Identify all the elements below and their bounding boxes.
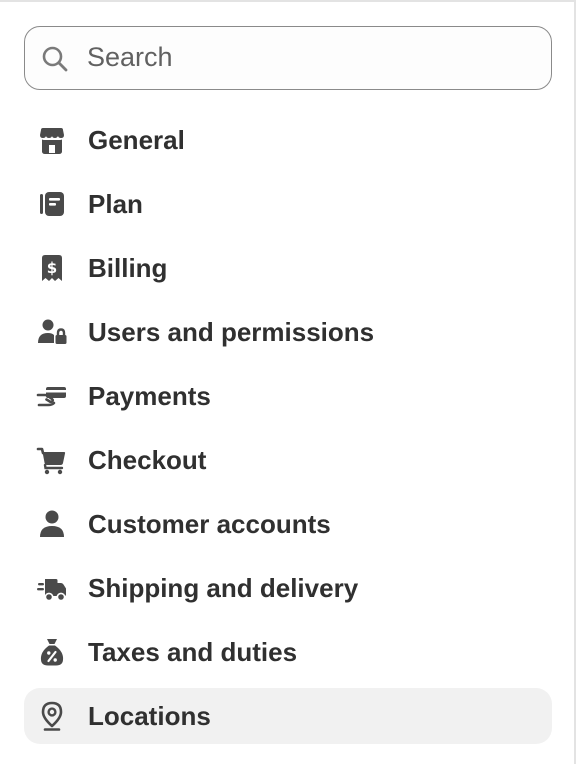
sidebar-item-label: Customer accounts <box>88 509 331 539</box>
settings-sidebar: General Plan $ Billing <box>0 0 576 764</box>
sidebar-item-taxes-and-duties[interactable]: Taxes and duties <box>24 624 552 680</box>
sidebar-item-customer-accounts[interactable]: Customer accounts <box>24 496 552 552</box>
hand-card-icon <box>36 380 68 412</box>
sidebar-item-label: Users and permissions <box>88 317 375 347</box>
receipt-dollar-icon: $ <box>36 252 68 284</box>
sidebar-item-shipping-and-delivery[interactable]: Shipping and delivery <box>24 560 552 616</box>
sidebar-item-label: Payments <box>88 381 211 411</box>
search-icon <box>39 43 71 75</box>
sidebar-item-label: Shipping and delivery <box>88 573 359 603</box>
cart-icon <box>36 444 68 476</box>
sidebar-item-plan[interactable]: Plan <box>24 176 552 232</box>
search-box[interactable] <box>24 26 552 90</box>
sidebar-item-label: Checkout <box>88 445 207 475</box>
sidebar-item-label: Locations <box>88 701 211 731</box>
sidebar-item-payments[interactable]: Payments <box>24 368 552 424</box>
sidebar-item-general[interactable]: General <box>24 112 552 168</box>
person-icon <box>36 508 68 540</box>
tax-bag-icon <box>36 636 68 668</box>
search-input[interactable] <box>87 27 537 87</box>
store-icon <box>36 124 68 156</box>
truck-icon <box>36 572 68 604</box>
sidebar-item-locations[interactable]: Locations <box>24 688 552 744</box>
sidebar-item-label: Plan <box>88 189 143 219</box>
sidebar-item-checkout[interactable]: Checkout <box>24 432 552 488</box>
location-pin-icon <box>36 700 68 732</box>
sidebar-item-billing[interactable]: $ Billing <box>24 240 552 296</box>
sidebar-item-label: Billing <box>88 253 168 283</box>
sidebar-item-users-and-permissions[interactable]: Users and permissions <box>24 304 552 360</box>
sidebar-item-label: General <box>88 125 185 155</box>
settings-nav-list: General Plan $ Billing Users and permiss… <box>24 112 552 752</box>
sidebar-item-label: Taxes and duties <box>88 637 298 667</box>
plan-icon <box>36 188 68 220</box>
svg-text:$: $ <box>47 259 57 277</box>
user-lock-icon <box>36 316 68 348</box>
